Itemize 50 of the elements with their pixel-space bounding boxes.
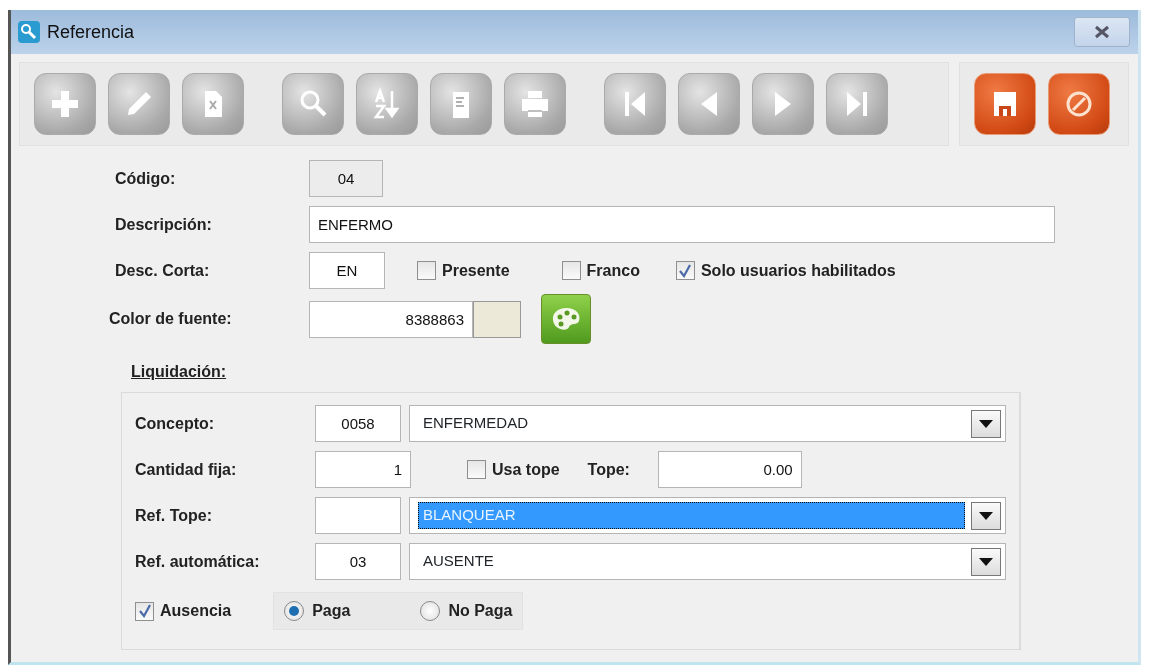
field-label: Descripción: bbox=[115, 214, 213, 235]
input-field[interactable]: 8388863 bbox=[309, 300, 473, 338]
caret-icon bbox=[979, 557, 993, 566]
checkbox[interactable] bbox=[467, 460, 486, 479]
field-label: Desc. Corta: bbox=[115, 260, 211, 281]
field-label: Concepto: bbox=[135, 413, 216, 434]
field-label: Cantidad fija: bbox=[135, 459, 238, 480]
section-title: Liquidación: bbox=[131, 362, 228, 382]
input-field[interactable]: ENFERMO bbox=[309, 206, 1055, 243]
input-field[interactable]: EN bbox=[309, 252, 385, 289]
radio-button[interactable] bbox=[284, 601, 305, 621]
app-icon bbox=[17, 20, 41, 44]
dropdown-button[interactable] bbox=[971, 409, 1001, 438]
radio-dot-icon bbox=[289, 606, 300, 616]
field-label: Código: bbox=[115, 168, 177, 189]
field-label: Tope: bbox=[587, 459, 631, 480]
field-label: Ref. Tope: bbox=[135, 505, 214, 526]
radio-label: Paga bbox=[312, 601, 351, 621]
close-button[interactable] bbox=[1074, 17, 1130, 47]
combo-box[interactable]: ENFERMEDAD bbox=[409, 405, 1006, 442]
checkbox[interactable] bbox=[561, 261, 581, 280]
input-field[interactable]: 04 bbox=[309, 160, 383, 197]
dropdown-button[interactable] bbox=[971, 547, 1001, 576]
close-icon bbox=[1092, 24, 1112, 40]
checkbox-label: Presente bbox=[442, 260, 510, 281]
radio-button[interactable] bbox=[420, 601, 441, 621]
input-field[interactable]: 0058 bbox=[315, 405, 401, 442]
combo-box[interactable]: AUSENTE bbox=[409, 543, 1006, 580]
checkbox-label: Solo usuarios habilitados bbox=[700, 260, 896, 281]
cancel-button[interactable] bbox=[1048, 73, 1110, 135]
checkbox[interactable] bbox=[675, 261, 695, 280]
input-field[interactable]: 0.00 bbox=[657, 451, 802, 488]
caret-icon bbox=[979, 419, 993, 428]
field-label: Ref. automática: bbox=[135, 551, 261, 572]
checkbox[interactable] bbox=[135, 601, 154, 621]
checkbox-label: Franco bbox=[586, 260, 640, 281]
save-button[interactable] bbox=[974, 73, 1036, 135]
window-title: Referencia bbox=[47, 20, 135, 44]
input-field[interactable] bbox=[315, 497, 401, 534]
palette-button[interactable] bbox=[541, 294, 591, 344]
checkbox[interactable] bbox=[417, 261, 436, 280]
checkbox-label: Ausencia bbox=[160, 601, 232, 621]
input-field[interactable]: 1 bbox=[315, 451, 411, 488]
field-label: Color de fuente: bbox=[109, 309, 233, 329]
radio-label: No Paga bbox=[448, 601, 513, 621]
checkbox-label: Usa tope bbox=[492, 459, 560, 480]
input-field[interactable]: 03 bbox=[315, 543, 401, 580]
dropdown-button[interactable] bbox=[971, 501, 1001, 530]
palette-icon bbox=[550, 305, 582, 333]
caret-icon bbox=[979, 511, 993, 520]
